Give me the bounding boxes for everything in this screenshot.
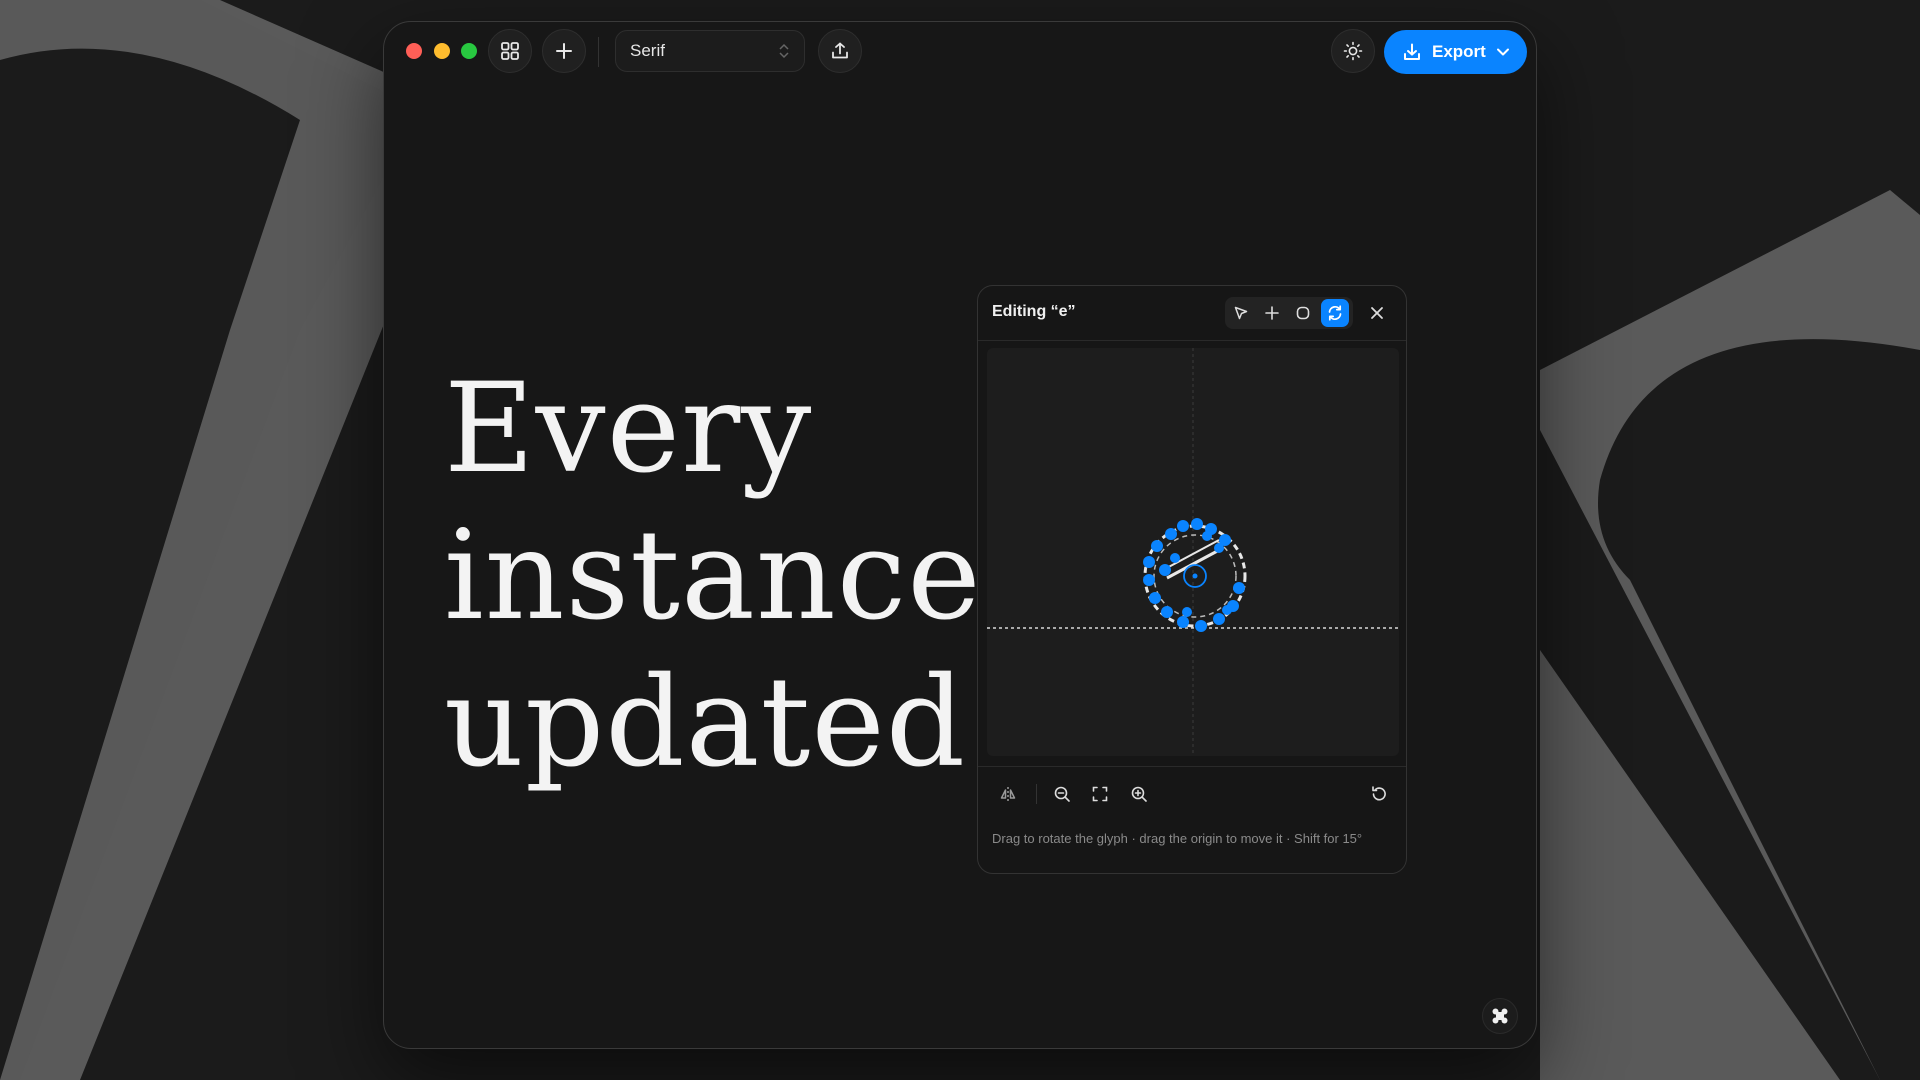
glyph-canvas[interactable] [987,348,1399,756]
footer-divider [1036,784,1037,804]
flip-icon [1000,787,1016,801]
close-window-button[interactable] [406,43,422,59]
add-button[interactable] [542,29,586,73]
headline-line-1: Every [444,357,813,501]
preview-headline: Every instance updated [444,356,982,797]
download-icon [1404,43,1420,60]
app-window: Serif Export Every instance updated Edit… [383,21,1537,1049]
zoom-in-icon [1131,786,1147,802]
sun-icon [1343,41,1363,61]
font-select-value: Serif [630,41,665,60]
theme-toggle-button[interactable] [1331,29,1375,73]
export-button[interactable]: Export [1384,30,1527,74]
glyph-editor-panel: Editing “e” Drag to rotate the glyph · d… [977,285,1407,874]
editor-footer-divider [978,766,1406,767]
reset-icon [1372,786,1386,801]
title-bar: Serif Export [384,22,1536,84]
toolbar-divider [598,37,599,67]
font-select[interactable]: Serif [615,30,805,72]
headline-line-3: updated [444,651,967,795]
shape-icon [1296,306,1310,320]
add-point-icon [1265,306,1279,320]
fit-to-view-button[interactable] [1085,779,1115,809]
upload-icon [832,42,848,59]
grid-icon [501,42,519,60]
glyph-canvas-drawing [987,348,1399,756]
shape-tool[interactable] [1289,299,1317,327]
close-icon [1371,307,1383,319]
grid-view-button[interactable] [488,29,532,73]
fit-icon [1092,786,1108,802]
add-point-tool[interactable] [1258,299,1286,327]
select-tool[interactable] [1227,299,1255,327]
rotation-origin [1183,564,1207,588]
shortcuts-button[interactable] [1482,998,1518,1034]
glyph-editor-title: Editing “e” [992,303,1076,320]
zoom-out-button[interactable] [1047,779,1077,809]
command-icon [1492,1008,1508,1024]
minimize-window-button[interactable] [434,43,450,59]
chevron-down-icon [1496,48,1509,56]
zoom-window-button[interactable] [461,43,477,59]
share-button[interactable] [818,29,862,73]
select-arrow-icon [1234,306,1248,320]
plus-icon [556,43,572,59]
editor-hint-text: Drag to rotate the glyph · drag the orig… [992,831,1363,846]
rotate-icon [1328,305,1342,321]
zoom-in-button[interactable] [1124,779,1154,809]
chevron-updown-icon [779,43,789,59]
glyph-editor-header: Editing “e” [978,286,1406,341]
editor-tool-group [1225,297,1353,329]
reset-rotation-button[interactable] [1364,779,1394,809]
export-label: Export [1432,42,1486,61]
flip-button[interactable] [993,779,1023,809]
zoom-out-icon [1054,786,1070,802]
close-editor-button[interactable] [1364,300,1390,326]
headline-line-2: instance [444,504,982,648]
rotate-tool[interactable] [1321,299,1349,327]
